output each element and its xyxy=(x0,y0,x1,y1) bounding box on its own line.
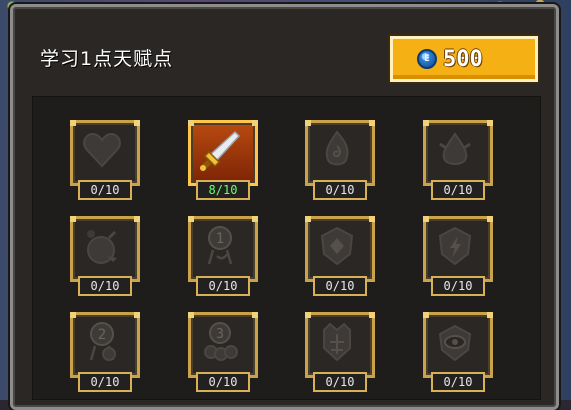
talent-slot[interactable]: 3 0/10 xyxy=(188,312,258,398)
talent-slot[interactable]: 8/10 xyxy=(188,120,258,206)
talent-level: 8/10 xyxy=(196,180,250,200)
talent-slot[interactable]: 0/10 xyxy=(305,216,375,302)
talent-slot[interactable]: 0/10 xyxy=(423,216,493,302)
sword-icon xyxy=(200,130,241,171)
medal-one-icon: 1 xyxy=(207,226,233,265)
talent-slot[interactable]: 0/10 xyxy=(70,216,140,302)
medal-three-icon: 3 xyxy=(204,322,238,361)
talent-level: 0/10 xyxy=(313,180,367,200)
water-drop-icon xyxy=(439,132,471,165)
talent-slot[interactable]: 1 0/10 xyxy=(188,216,258,302)
panel-title: 学习1点天赋点 xyxy=(40,48,174,70)
heart-icon xyxy=(83,132,121,168)
medal-two-icon: 2 xyxy=(89,322,116,361)
talent-slot[interactable]: 0/10 xyxy=(423,120,493,206)
talent-level: 0/10 xyxy=(431,180,485,200)
talent-level: 0/10 xyxy=(196,372,250,392)
lightning-shield-icon xyxy=(438,226,472,266)
spiked-crest-icon xyxy=(323,322,351,362)
currency-display: E 500 xyxy=(390,36,538,82)
diamond-shield-icon xyxy=(320,226,354,266)
talent-slot[interactable]: 0/10 xyxy=(305,120,375,206)
svg-text:1: 1 xyxy=(216,231,224,247)
talent-level: 0/10 xyxy=(313,372,367,392)
gem-coin-icon: E xyxy=(417,49,437,69)
currency-value: 500 xyxy=(443,46,483,72)
talent-level: 0/10 xyxy=(431,372,485,392)
eye-crest-icon xyxy=(438,324,472,362)
talent-slot[interactable]: 0/10 xyxy=(70,120,140,206)
svg-text:3: 3 xyxy=(216,327,224,342)
talent-level: 0/10 xyxy=(78,372,132,392)
talent-slot[interactable]: 0/10 xyxy=(423,312,493,398)
talent-level: 0/10 xyxy=(78,276,132,296)
talent-slot[interactable]: 2 0/10 xyxy=(70,312,140,398)
talent-slot[interactable]: 0/10 xyxy=(305,312,375,398)
bomb-icon xyxy=(87,230,117,264)
talent-level: 0/10 xyxy=(196,276,250,296)
talent-level: 0/10 xyxy=(431,276,485,296)
talent-level: 0/10 xyxy=(313,276,367,296)
svg-text:2: 2 xyxy=(98,327,106,343)
talent-grid: 0/10 8/10 0/10 0/10 0/10 1 0/10 0/10 0/1… xyxy=(32,96,541,400)
talent-level: 0/10 xyxy=(78,180,132,200)
fire-swirl-icon xyxy=(325,130,349,166)
